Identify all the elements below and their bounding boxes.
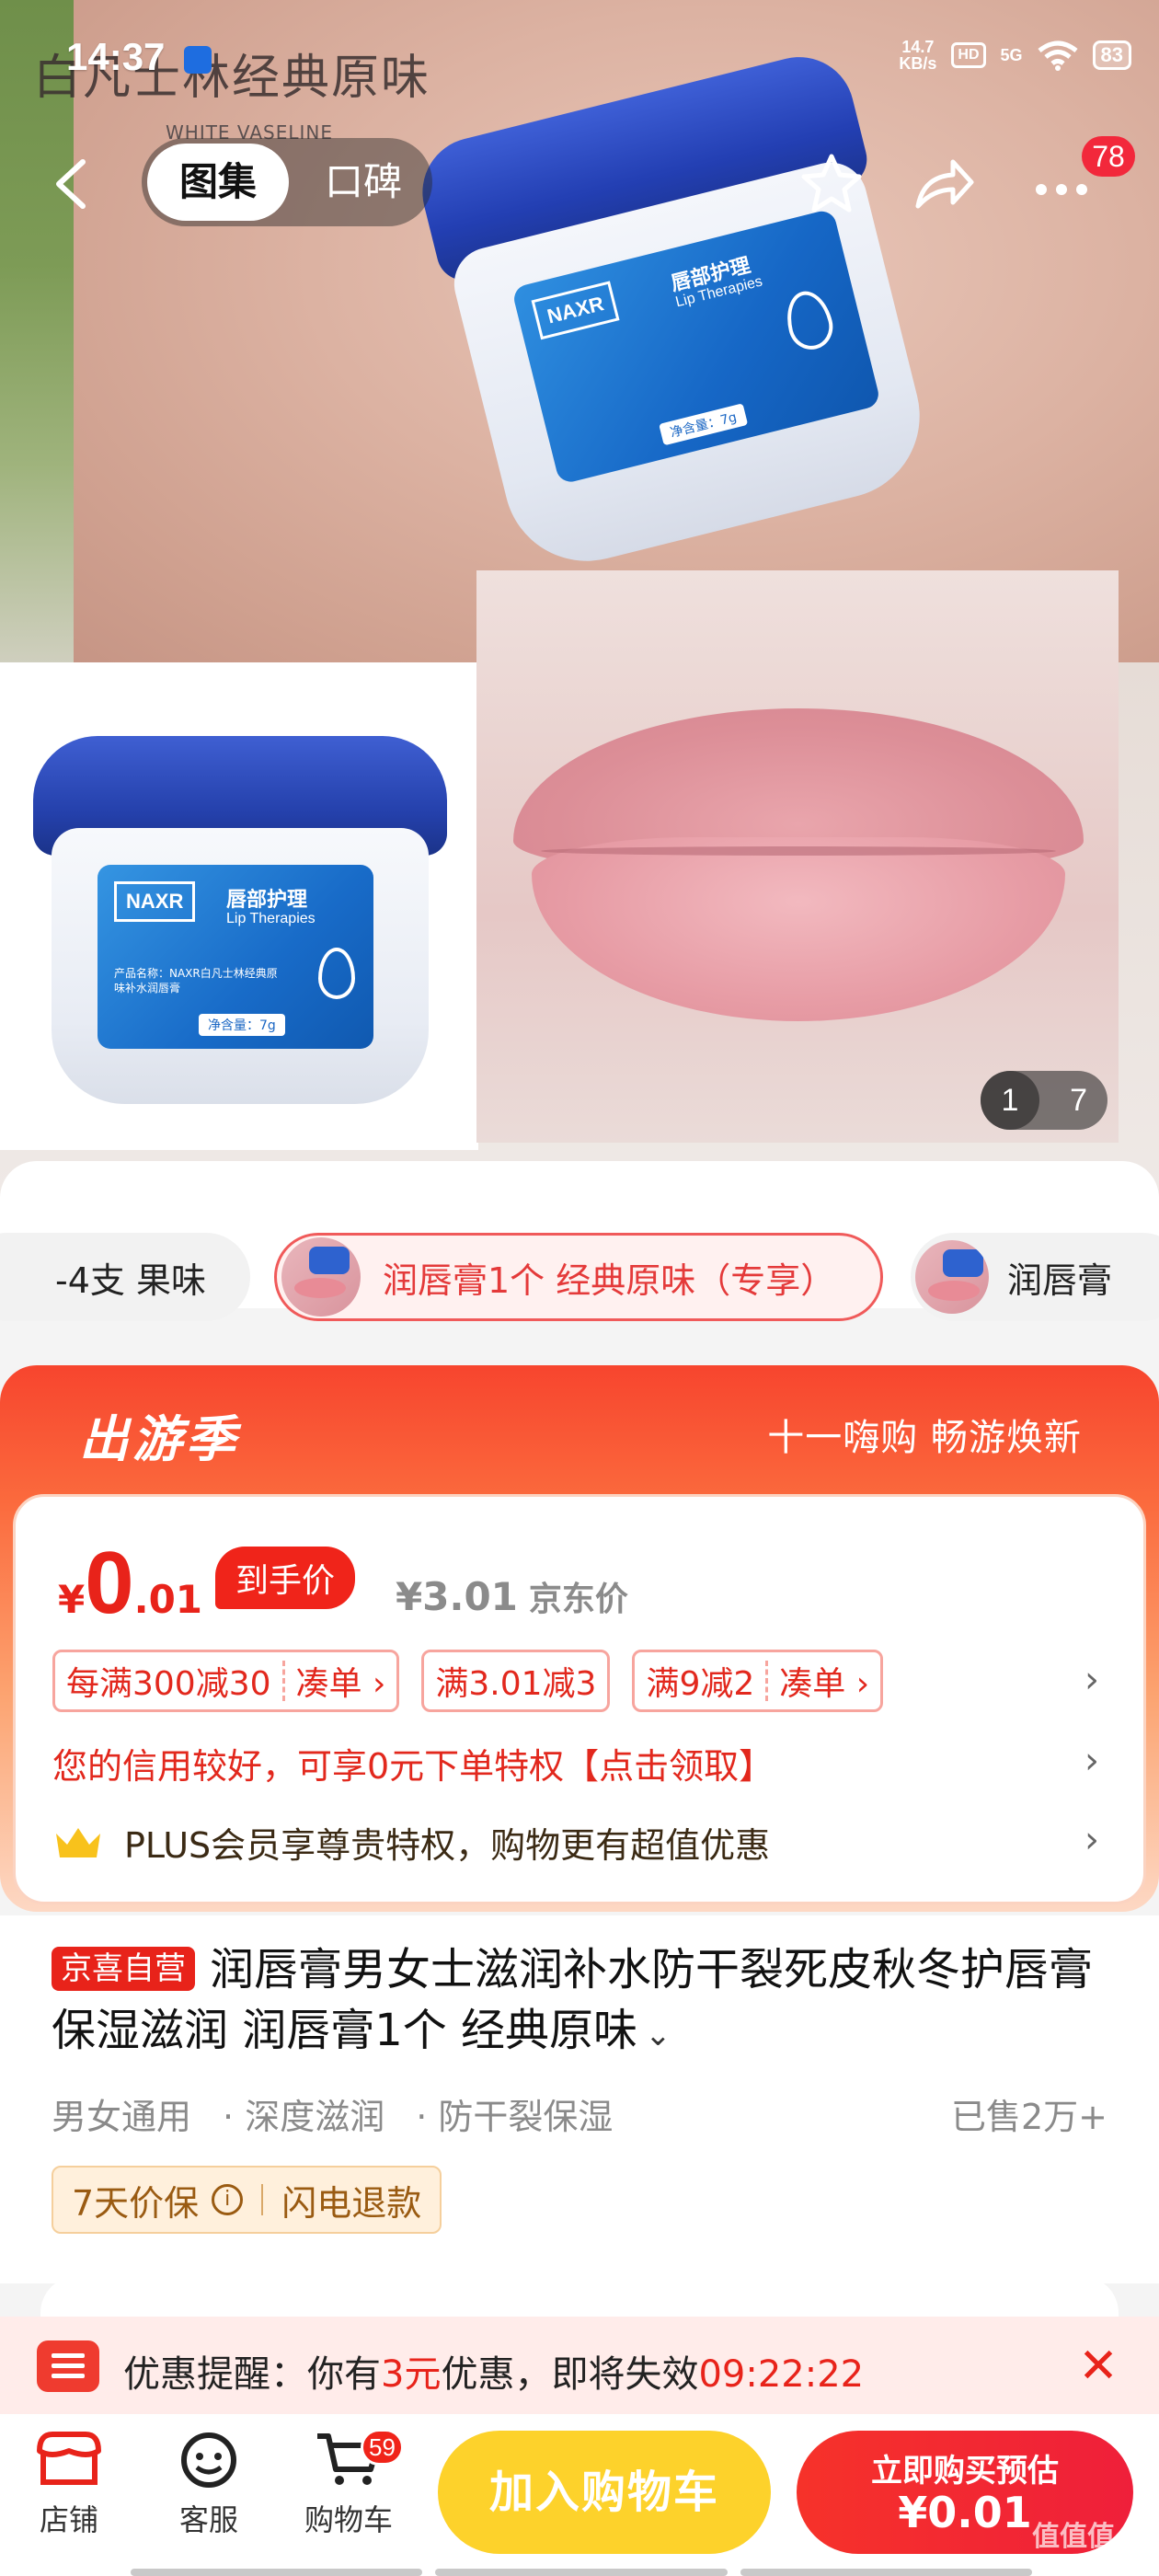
coupon-ticket-icon — [37, 2340, 99, 2392]
gallery-lips-photo — [476, 570, 1119, 1143]
gallery-review-switch: 图集 口碑 — [142, 138, 432, 226]
self-operated-tag: 京喜自营 — [52, 1947, 195, 1991]
credit-offer-link[interactable]: 您的信用较好，可享0元下单特权【点击领取】 — [52, 1738, 774, 1788]
final-price-badge: 到手价 — [215, 1547, 356, 1609]
status-time: 14:37 — [66, 35, 166, 78]
tab-shop-label: 店铺 — [39, 2502, 98, 2537]
chevron-down-icon[interactable]: ⌄ — [645, 2005, 671, 2065]
info-icon[interactable]: i — [212, 2184, 244, 2215]
variant-label: 润唇膏1个 经典原味（专享） — [383, 1259, 836, 1301]
tab-gallery[interactable]: 图集 — [147, 144, 289, 221]
plus-membership-row[interactable]: PLUS会员享尊贵特权，购物更有超值优惠 — [52, 1817, 770, 1868]
jar-net-weight: 净含量：7g — [659, 403, 748, 446]
add-to-cart-button[interactable]: 加入购物车 — [438, 2431, 771, 2554]
network-speed: 14.7 KB/s — [899, 38, 937, 73]
buy-now-label: 立即购买预估 — [871, 2453, 1059, 2490]
drop-icon — [780, 286, 838, 355]
product-title-block[interactable]: 京喜自营 润唇膏男女士滋润补水防干裂死皮秋冬护唇膏保湿滋润 润唇膏1个 经典原味 ⌄ — [52, 1939, 1119, 2065]
reminder-countdown: 09:22:22 — [698, 2353, 865, 2396]
variant-chip-selected[interactable]: 润唇膏1个 经典原味（专享） — [274, 1233, 883, 1321]
battery-indicator: 83 — [1092, 40, 1131, 70]
jar-name-cn: 唇部护理 — [226, 889, 308, 912]
coupon-reminder-banner[interactable]: 优惠提醒：你有3元优惠，即将失效09:22:22 ✕ — [0, 2317, 1159, 2414]
promo-slogan: 十一嗨购 畅游焕新 — [767, 1417, 1082, 1459]
product-info: 京喜自营 润唇膏男女士滋润补水防干裂死皮秋冬护唇膏保湿滋润 润唇膏1个 经典原味 ⌄… — [0, 1915, 1159, 2283]
reminder-text: 优惠提醒：你有3元优惠，即将失效09:22:22 — [123, 2353, 865, 2396]
buy-now-button[interactable]: 立即购买预估 ¥0.01 值值值 — [797, 2431, 1133, 2554]
product-jar-image: NAXR 唇部护理 Lip Therapies 产品名称：NAXR白凡士林经典原… — [33, 718, 447, 1113]
tab-reviews[interactable]: 口碑 — [304, 144, 423, 221]
price-panel: ¥ 0 .01 到手价 ¥3.01 京东价 每满300减30 凑单 › 满3.01减… — [13, 1494, 1146, 1904]
tab-customer-service[interactable]: 客服 — [149, 2429, 269, 2539]
credit-chevron-icon[interactable]: › — [1084, 1740, 1099, 1782]
product-title: 润唇膏男女士滋润补水防干裂死皮秋冬护唇膏保湿滋润 润唇膏1个 经典原味 — [52, 1944, 1094, 2056]
gallery-product-panel: NAXR 唇部护理 Lip Therapies 产品名称：NAXR白凡士林经典原… — [0, 662, 478, 1150]
promotion-card: 出游季 十一嗨购 畅游焕新 ¥ 0 .01 到手价 ¥3.01 京东价 每满300… — [0, 1365, 1159, 1912]
coupon-item[interactable]: 满3.01减3 — [421, 1650, 611, 1712]
top-navigation: 图集 口碑 — [0, 138, 1159, 230]
crown-icon — [56, 1827, 100, 1857]
feature-tag: 男女通用 — [52, 2097, 192, 2137]
share-icon[interactable] — [911, 151, 977, 217]
counter-current: 1 — [981, 1071, 1039, 1130]
variant-selector: -4支 果味 润唇膏1个 经典原味（专享） 润唇膏 — [0, 1161, 1159, 1321]
cart-count-badge: 59 — [361, 2429, 404, 2466]
tab-service-label: 客服 — [178, 2502, 238, 2537]
signal-5g-icon: 5G — [1000, 45, 1023, 64]
tab-cart-label: 购物车 — [304, 2502, 393, 2537]
status-bar: 14:37 14.7 KB/s HD 5G 83 — [0, 0, 1159, 110]
close-icon[interactable]: ✕ — [1071, 2339, 1126, 2394]
promo-title: 出游季 — [79, 1410, 239, 1468]
watermark: 值值值 — [1032, 2521, 1115, 2553]
jd-price: ¥3.01 京东价 — [396, 1574, 628, 1619]
back-arrow-icon[interactable] — [46, 156, 101, 212]
customer-service-icon — [181, 2432, 236, 2488]
variant-chip[interactable]: 润唇膏 — [911, 1233, 1159, 1321]
tab-cart[interactable]: 购物车 59 — [289, 2429, 408, 2539]
gallery-page-counter: 1 7 — [981, 1071, 1107, 1130]
feature-tag: · 深度滋润 — [223, 2097, 385, 2137]
price-row: ¥ 0 .01 到手价 ¥3.01 京东价 — [58, 1534, 628, 1632]
hd-voice-icon: HD — [951, 42, 986, 68]
fast-refund-label: 闪电退款 — [281, 2182, 422, 2224]
variant-thumbnail — [281, 1237, 361, 1317]
jar-name-en: Lip Therapies — [226, 911, 316, 926]
bottom-action-bar: 店铺 客服 购物车 59 加入购物车 立即购买预估 ¥0.01 值值值 — [0, 2414, 1159, 2576]
variant-label: 润唇膏 — [1007, 1259, 1113, 1301]
divider — [261, 2184, 264, 2215]
system-navigation-bar[interactable] — [131, 2569, 1032, 2576]
coupon-more-chevron-icon[interactable]: › — [1084, 1659, 1099, 1701]
wifi-icon — [1037, 40, 1078, 71]
variant-thumbnail — [915, 1240, 989, 1314]
plus-chevron-icon[interactable]: › — [1084, 1819, 1099, 1861]
coupon-item[interactable]: 满9减2 凑单 › — [632, 1650, 884, 1712]
coupon-list: 每满300减30 凑单 › 满3.01减3 满9减2 凑单 › — [52, 1650, 884, 1712]
drop-icon — [318, 948, 355, 999]
variant-label: -4支 果味 — [55, 1259, 206, 1301]
feature-tag: · 防干裂保湿 — [416, 2097, 614, 2137]
price-decimal: .01 — [133, 1577, 203, 1622]
shop-icon — [37, 2432, 101, 2485]
counter-total: 7 — [1070, 1083, 1087, 1118]
jar-net-weight: 净含量：7g — [199, 1014, 285, 1036]
sold-count: 已售2万+ — [950, 2097, 1107, 2137]
notification-app-icon — [184, 46, 212, 74]
message-count-badge: 78 — [1082, 136, 1135, 177]
price-currency: ¥ — [58, 1577, 86, 1622]
tab-shop[interactable]: 店铺 — [9, 2429, 129, 2539]
jar-brand: NAXR — [114, 881, 196, 922]
price-integer: 0 — [85, 1534, 134, 1632]
price-protection-label: 7天价保 — [72, 2182, 200, 2224]
feature-tags: 男女通用 · 深度滋润 · 防干裂保湿 — [52, 2088, 613, 2139]
jar-brand: NAXR — [531, 281, 620, 340]
plus-membership-text: PLUS会员享尊贵特权，购物更有超值优惠 — [124, 1825, 771, 1866]
favorite-star-icon[interactable] — [798, 151, 865, 217]
jar-info: 产品名称：NAXR白凡士林经典原味补水润唇膏 — [114, 967, 278, 995]
service-guarantee-badge[interactable]: 7天价保 i 闪电退款 — [52, 2166, 442, 2234]
variant-chip[interactable]: -4支 果味 — [0, 1233, 250, 1321]
coupon-item[interactable]: 每满300减30 凑单 › — [52, 1650, 400, 1712]
